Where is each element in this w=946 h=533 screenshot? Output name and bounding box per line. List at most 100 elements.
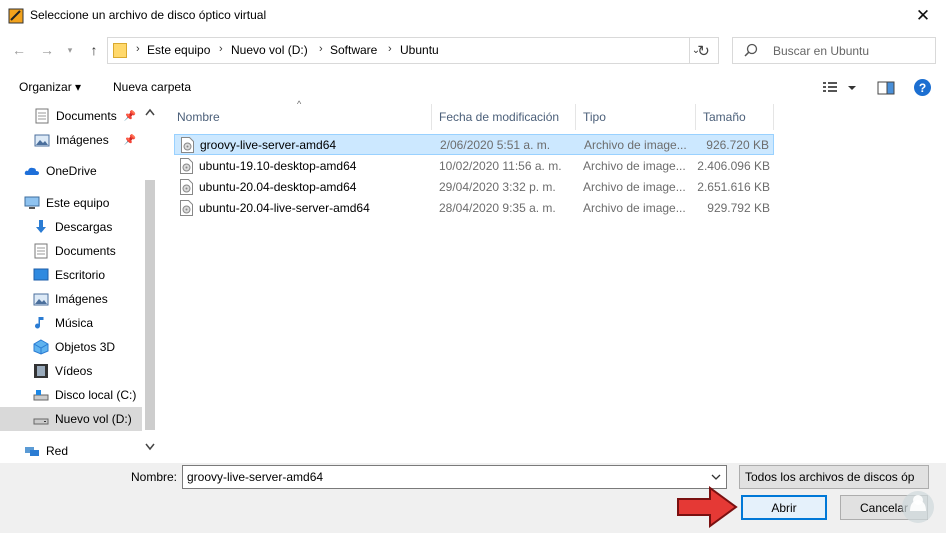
sidebar-item-label: Objetos 3D	[55, 340, 116, 354]
sidebar-item-imagenes[interactable]: Imágenes	[0, 287, 142, 311]
chevron-down-icon[interactable]	[708, 469, 724, 485]
downloads-icon	[36, 220, 46, 233]
filename-input[interactable]: groovy-live-server-amd64	[182, 465, 727, 489]
sidebar-item-label: Imágenes	[56, 133, 109, 147]
red-arrow-annotation-icon	[677, 486, 738, 528]
drive-icon	[33, 418, 49, 425]
sidebar-item-label: Documents	[56, 109, 117, 123]
sidebar-item-label: Documents	[55, 244, 116, 258]
column-headers: Nombre Fecha de modificación Tipo Tamaño	[170, 104, 774, 130]
videos-icon	[34, 364, 48, 378]
file-type: Archivo de image...	[583, 180, 686, 194]
watermark-logo-icon	[902, 491, 934, 523]
file-size: 2.406.096 KB	[697, 159, 770, 173]
sidebar-item-label: Este equipo	[46, 196, 110, 210]
onedrive-icon	[24, 167, 39, 175]
view-options-icon[interactable]	[822, 80, 862, 96]
documents-icon	[34, 243, 48, 259]
objects-3d-icon	[33, 339, 49, 355]
computer-icon	[24, 196, 40, 209]
filetype-select[interactable]: Todos los archivos de discos óp	[739, 465, 929, 489]
sidebar-item-escritorio[interactable]: Escritorio	[0, 263, 142, 287]
file-row[interactable]: ubuntu-20.04-desktop-amd64 29/04/2020 3:…	[174, 177, 774, 198]
sidebar-item-este-equipo[interactable]: Este equipo	[0, 191, 142, 215]
file-date: 28/04/2020 9:35 a. m.	[439, 201, 556, 215]
column-header-date[interactable]: Fecha de modificación	[432, 104, 576, 130]
disc-image-file-icon	[181, 137, 194, 153]
navigation-pane[interactable]: Documents 📌 Imágenes 📌 OneDrive Este equ…	[0, 103, 158, 463]
pictures-icon	[33, 293, 49, 306]
file-date: 10/02/2020 11:56 a. m.	[439, 159, 562, 173]
virtualbox-app-icon	[8, 8, 24, 24]
filetype-value: Todos los archivos de discos óp	[745, 470, 915, 484]
sidebar-item-objetos-3d[interactable]: Objetos 3D	[0, 335, 142, 359]
sidebar-item-musica[interactable]: Música	[0, 311, 142, 335]
close-button[interactable]: ✕	[900, 0, 946, 31]
search-placeholder: Buscar en Ubuntu	[773, 44, 870, 58]
file-name: groovy-live-server-amd64	[200, 138, 337, 152]
documents-icon	[35, 108, 49, 124]
help-icon[interactable]: ?	[914, 79, 931, 96]
sidebar-item-label: OneDrive	[46, 164, 97, 178]
address-bar[interactable]: › Este equipo › Nuevo vol (D:) › Softwar…	[107, 37, 719, 64]
pictures-icon	[34, 134, 50, 147]
sidebar-item-label: Descargas	[55, 220, 113, 234]
open-button[interactable]: Abrir	[741, 495, 827, 520]
forward-button[interactable]: →	[37, 38, 57, 62]
file-row[interactable]: ubuntu-20.04-live-server-amd64 28/04/202…	[174, 198, 774, 219]
disc-image-file-icon	[180, 200, 193, 216]
sidebar-item-descargas[interactable]: Descargas	[0, 215, 142, 239]
sidebar-item-documents[interactable]: Documents	[0, 239, 142, 263]
breadcrumb-separator: ›	[219, 43, 223, 55]
sidebar-scrollbar-thumb[interactable]	[145, 180, 155, 430]
breadcrumb-este-equipo[interactable]: Este equipo	[147, 43, 210, 57]
scroll-down-chevron-icon[interactable]	[142, 442, 158, 452]
refresh-button[interactable]: ↻	[689, 38, 717, 63]
sidebar-item-label: Disco local (C:)	[55, 388, 137, 402]
breadcrumb-separator: ›	[319, 43, 323, 55]
sidebar-item-imagenes-quick[interactable]: Imágenes 📌	[0, 128, 142, 152]
sidebar-item-label: Escritorio	[55, 268, 106, 282]
breadcrumb-software[interactable]: Software	[330, 43, 377, 57]
disc-image-file-icon	[180, 179, 193, 195]
preview-pane-icon[interactable]	[877, 80, 895, 96]
pin-icon: 📌	[123, 110, 136, 122]
recent-locations-button[interactable]: ▾	[62, 38, 78, 62]
file-row[interactable]: ubuntu-19.10-desktop-amd64 10/02/2020 11…	[174, 156, 774, 177]
organize-menu-button[interactable]: Organizar ▾	[19, 80, 81, 94]
desktop-icon	[33, 268, 49, 281]
breadcrumb-nuevo-vol[interactable]: Nuevo vol (D:)	[231, 43, 308, 57]
back-button[interactable]: ←	[9, 38, 29, 62]
file-date: 29/04/2020 3:32 p. m.	[439, 180, 556, 194]
file-name: ubuntu-20.04-desktop-amd64	[199, 180, 357, 194]
drive-icon	[33, 390, 49, 401]
sidebar-item-videos[interactable]: Vídeos	[0, 359, 142, 383]
sidebar-item-disco-local-c[interactable]: Disco local (C:)	[0, 383, 142, 407]
filename-label: Nombre:	[131, 470, 178, 484]
sidebar-item-nuevo-vol-d[interactable]: Nuevo vol (D:)	[0, 407, 142, 431]
file-type: Archivo de image...	[583, 201, 686, 215]
search-input[interactable]: Buscar en Ubuntu	[732, 37, 936, 64]
column-header-type[interactable]: Tipo	[576, 104, 696, 130]
new-folder-button[interactable]: Nueva carpeta	[113, 80, 191, 94]
pin-icon: 📌	[123, 134, 136, 146]
filename-value: groovy-live-server-amd64	[187, 470, 324, 484]
sidebar-item-documents-quick[interactable]: Documents 📌	[0, 104, 142, 128]
column-header-name[interactable]: Nombre	[170, 104, 432, 130]
sidebar-item-red[interactable]: Red	[0, 439, 142, 463]
file-row[interactable]: groovy-live-server-amd64 2/06/2020 5:51 …	[174, 134, 774, 155]
breadcrumb-ubuntu[interactable]: Ubuntu	[400, 43, 439, 57]
up-button[interactable]: ↑	[84, 38, 104, 62]
scroll-up-chevron-icon[interactable]	[142, 107, 158, 117]
search-icon	[744, 43, 758, 57]
folder-icon	[113, 43, 127, 58]
sidebar-item-onedrive[interactable]: OneDrive	[0, 159, 142, 183]
sidebar-item-label: Vídeos	[55, 364, 93, 378]
file-size: 929.792 KB	[707, 201, 770, 215]
sidebar-item-label: Red	[46, 444, 69, 458]
file-name: ubuntu-19.10-desktop-amd64	[199, 159, 357, 173]
sidebar-item-label: Música	[55, 316, 94, 330]
window-title: Seleccione un archivo de disco óptico vi…	[30, 8, 267, 22]
column-header-size[interactable]: Tamaño	[696, 104, 774, 130]
music-icon	[35, 317, 44, 329]
